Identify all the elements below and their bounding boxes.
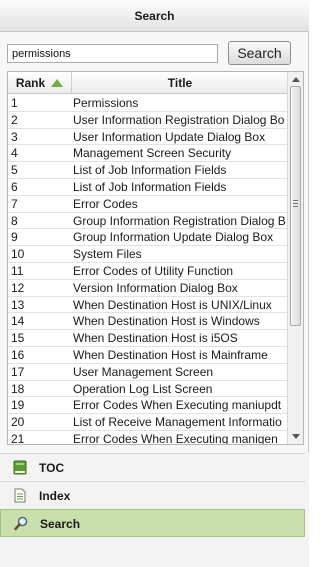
title-link[interactable]: Group Information Update Dialog Box [73, 229, 288, 245]
grip-line [293, 206, 298, 207]
nav-label-index: Index [39, 489, 71, 503]
rank-cell: 19 [11, 398, 25, 413]
table-row[interactable]: 10 System Files [8, 246, 288, 263]
panel-title: Search [134, 9, 175, 23]
rank-cell: 20 [11, 415, 25, 430]
rank-cell: 13 [11, 297, 25, 312]
rank-cell: 7 [11, 196, 18, 211]
nav-label-search: Search [40, 517, 81, 531]
title-link[interactable]: User Information Update Dialog Box [73, 129, 288, 145]
rank-cell: 2 [11, 112, 18, 127]
search-input[interactable] [7, 44, 218, 63]
rank-cell: 8 [11, 213, 18, 228]
table-row[interactable]: 9 Group Information Update Dialog Box [8, 229, 288, 247]
title-link[interactable]: System Files [73, 246, 288, 262]
table-row[interactable]: 14 When Destination Host is Windows [8, 313, 288, 331]
rank-cell: 1 [11, 96, 18, 110]
result-rows: 1 Permissions 2 User Information Registrati… [8, 95, 288, 445]
table-row[interactable]: 15 When Destination Host is i5OS [8, 330, 288, 347]
rank-cell: 10 [11, 247, 25, 262]
title-link[interactable]: User Management Screen [73, 364, 288, 380]
table-row[interactable]: 8 Group Information Registration Dialog B [8, 213, 288, 230]
nav-label-toc: TOC [39, 461, 65, 475]
nav-item-toc[interactable]: TOC [0, 453, 305, 481]
results-table: Rank Title 1 Permissions 2 User Information… [7, 71, 304, 445]
table-row[interactable]: 13 When Destination Host is UNIX/Linux [8, 297, 288, 314]
title-link[interactable]: Permissions [73, 95, 288, 111]
rank-cell: 21 [11, 431, 25, 445]
navigation-panel: TOC Index Search [0, 453, 309, 567]
book-icon [13, 460, 27, 475]
rank-cell: 11 [11, 263, 24, 278]
title-link[interactable]: Error Codes of Utility Function [73, 263, 288, 279]
scroll-down-arrow-icon[interactable] [292, 434, 300, 439]
rank-cell: 15 [11, 331, 25, 346]
title-link[interactable]: List of Job Information Fields [73, 179, 288, 195]
rank-cell: 9 [11, 230, 18, 245]
title-link[interactable]: Operation Log List Screen [73, 381, 288, 397]
table-row[interactable]: 7 Error Codes [8, 196, 288, 213]
table-row[interactable]: 12 Version Information Dialog Box [8, 280, 288, 297]
rank-cell: 18 [11, 381, 25, 396]
title-link[interactable]: User Information Registration Dialog Bo [73, 112, 288, 128]
title-column-label: Title [167, 76, 193, 90]
table-row[interactable]: 4 Management Screen Security [8, 145, 288, 163]
table-row[interactable]: 19 Error Codes When Executing maniupdt [8, 397, 288, 415]
table-row[interactable]: 16 When Destination Host is Mainframe [8, 347, 288, 364]
scroll-up-arrow-icon[interactable] [292, 77, 300, 82]
table-row[interactable]: 1 Permissions [8, 95, 288, 112]
title-link[interactable]: List of Job Information Fields [73, 162, 288, 178]
vertical-scrollbar[interactable] [287, 72, 303, 444]
title-link[interactable]: Error Codes When Executing maniupdt [73, 397, 288, 413]
rank-column-label: Rank [15, 76, 46, 90]
title-link[interactable]: When Destination Host is i5OS [73, 330, 288, 346]
magnifier-icon [14, 516, 28, 531]
rank-column-header[interactable]: Rank [8, 72, 72, 94]
grip-line [293, 203, 298, 204]
table-row[interactable]: 18 Operation Log List Screen [8, 381, 288, 398]
table-header: Rank Title [8, 72, 288, 94]
scroll-thumb[interactable] [290, 86, 301, 326]
rank-cell: 4 [11, 146, 18, 161]
title-column-header[interactable]: Title [72, 72, 288, 94]
search-button[interactable]: Search [228, 41, 291, 65]
rank-cell: 6 [11, 179, 18, 194]
nav-item-index[interactable]: Index [0, 481, 305, 509]
table-row[interactable]: 2 User Information Registration Dialog Bo [8, 112, 288, 129]
table-row[interactable]: 20 List of Receive Management Informatio [8, 414, 288, 431]
table-row[interactable]: 3 User Information Update Dialog Box [8, 129, 288, 146]
rank-cell: 12 [11, 280, 25, 295]
rank-cell: 3 [11, 129, 18, 144]
rank-cell: 14 [11, 314, 25, 329]
rank-cell: 5 [11, 163, 18, 178]
rank-cell: 16 [11, 347, 25, 362]
panel-header: Search [0, 0, 309, 32]
table-row[interactable]: 21 Error Codes When Executing manigen [8, 431, 288, 445]
title-link[interactable]: Management Screen Security [73, 145, 288, 161]
table-row[interactable]: 6 List of Job Information Fields [8, 179, 288, 196]
table-row[interactable]: 5 List of Job Information Fields [8, 162, 288, 179]
title-link[interactable]: Version Information Dialog Box [73, 280, 288, 296]
rank-cell: 17 [11, 364, 25, 379]
table-row[interactable]: 17 User Management Screen [8, 364, 288, 381]
title-link[interactable]: When Destination Host is Mainframe [73, 347, 288, 363]
help-window: Search Search Rank Title 1 Permissions 2 Us… [0, 0, 309, 567]
document-icon [14, 488, 26, 503]
title-link[interactable]: When Destination Host is Windows [73, 313, 288, 329]
nav-item-search[interactable]: Search [0, 509, 305, 537]
title-link[interactable]: List of Receive Management Informatio [73, 414, 288, 430]
title-link[interactable]: When Destination Host is UNIX/Linux [73, 297, 288, 313]
title-link[interactable]: Error Codes [73, 196, 288, 212]
sort-ascending-icon [51, 78, 64, 87]
table-row[interactable]: 11 Error Codes of Utility Function [8, 263, 288, 280]
title-link[interactable]: Error Codes When Executing manigen [73, 431, 288, 444]
grip-line [293, 200, 298, 201]
title-link[interactable]: Group Information Registration Dialog B [73, 213, 288, 229]
